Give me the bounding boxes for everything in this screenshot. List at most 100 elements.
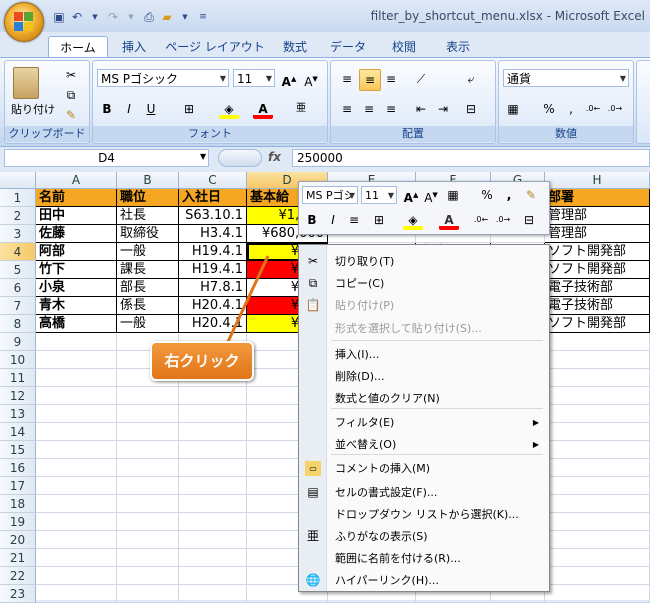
grid-cell[interactable] [36, 459, 117, 477]
dept-cell[interactable]: 電子技術部 [545, 279, 650, 297]
chevron-down-icon[interactable]: ▼ [220, 70, 226, 88]
column-header-h[interactable]: H [545, 172, 650, 189]
tab-home[interactable]: ホーム [48, 36, 108, 59]
row-header-12[interactable]: 12 [0, 387, 36, 405]
row-header-14[interactable]: 14 [0, 423, 36, 441]
grid-cell[interactable] [117, 567, 179, 585]
accounting-format-icon[interactable]: ▦ [503, 99, 523, 119]
row-header-13[interactable]: 13 [0, 405, 36, 423]
grid-cell[interactable] [545, 369, 650, 387]
open-dropdown-icon[interactable]: ▼ [178, 10, 192, 24]
cut-icon[interactable]: ✂ [61, 65, 81, 85]
grid-cell[interactable] [179, 585, 247, 603]
grid-cell[interactable] [179, 387, 247, 405]
increase-decimal-icon[interactable]: .0← [471, 210, 491, 230]
chevron-down-icon[interactable]: ▼ [349, 187, 355, 205]
role-cell[interactable]: 部長 [117, 279, 179, 297]
menu-item[interactable]: 挿入(I)... [299, 344, 549, 365]
name-cell[interactable]: 青木 [36, 297, 117, 315]
grid-cell[interactable] [117, 531, 179, 549]
shrink-font-icon[interactable]: A▼ [301, 69, 321, 89]
dept-cell[interactable]: ソフト開発部 [545, 243, 650, 261]
align-top-icon[interactable]: ≡ [337, 69, 357, 89]
grid-cell[interactable] [117, 585, 179, 603]
italic-icon[interactable]: I [323, 210, 343, 230]
print-preview-icon[interactable]: ⎙ [142, 10, 156, 24]
grid-cell[interactable] [545, 333, 650, 351]
furigana-icon[interactable]: 亜 [291, 99, 311, 119]
save-icon[interactable]: ▣ [52, 10, 66, 24]
grid-cell[interactable] [179, 549, 247, 567]
grow-font-icon[interactable]: A▲ [279, 69, 299, 89]
grid-cell[interactable] [117, 477, 179, 495]
fill-color-icon[interactable]: ◈ [403, 210, 423, 230]
open-icon[interactable]: ▰ [160, 10, 174, 24]
undo-dropdown-icon[interactable]: ▼ [88, 10, 102, 24]
row-header-8[interactable]: 8 [0, 315, 36, 333]
accounting-format-icon[interactable]: ▦ [443, 185, 463, 205]
tab-formulas[interactable]: 数式 [274, 36, 316, 58]
decrease-indent-icon[interactable]: ⇤ [411, 99, 431, 119]
row-header-1[interactable]: 1 [0, 189, 36, 207]
grid-cell[interactable] [36, 585, 117, 603]
italic-icon[interactable]: I [119, 99, 139, 119]
orientation-icon[interactable]: ⟋ [411, 69, 431, 89]
grid-cell[interactable] [36, 477, 117, 495]
grid-cell[interactable] [545, 549, 650, 567]
row-header-11[interactable]: 11 [0, 369, 36, 387]
name-box[interactable]: D4 [4, 149, 209, 167]
grow-font-icon[interactable]: A▲ [401, 185, 421, 205]
grid-cell[interactable] [36, 423, 117, 441]
increase-decimal-icon[interactable]: .0← [583, 99, 603, 119]
dept-cell[interactable]: 管理部 [545, 207, 650, 225]
grid-cell[interactable] [117, 387, 179, 405]
row-header-23[interactable]: 23 [0, 585, 36, 603]
grid-cell[interactable] [179, 567, 247, 585]
date-cell[interactable]: H3.4.1 [179, 225, 247, 243]
align-right-icon[interactable]: ≡ [381, 99, 401, 119]
role-cell[interactable]: 係長 [117, 297, 179, 315]
grid-cell[interactable] [36, 549, 117, 567]
role-cell[interactable]: 課長 [117, 261, 179, 279]
name-box-dropdown-icon[interactable]: ▼ [200, 152, 206, 161]
dept-cell[interactable]: 電子技術部 [545, 297, 650, 315]
dept-cell[interactable]: ソフト開発部 [545, 261, 650, 279]
font-name-combo[interactable]: MS Pゴシック ▼ [97, 69, 229, 87]
customize-qat-icon[interactable]: ≡ [196, 10, 210, 24]
dept-cell[interactable]: 管理部 [545, 225, 650, 243]
increase-indent-icon[interactable]: ⇥ [433, 99, 453, 119]
grid-cell[interactable] [179, 441, 247, 459]
date-cell[interactable]: S63.10.1 [179, 207, 247, 225]
grid-cell[interactable] [545, 459, 650, 477]
row-header-9[interactable]: 9 [0, 333, 36, 351]
grid-cell[interactable] [179, 495, 247, 513]
menu-item[interactable]: 範囲に名前を付ける(R)... [299, 548, 549, 569]
menu-item[interactable]: 形式を選択して貼り付け(S)... [299, 318, 549, 339]
align-center-icon[interactable]: ≡ [344, 210, 364, 230]
grid-cell[interactable] [545, 351, 650, 369]
menu-item[interactable]: フィルタ(E) ▶ [299, 412, 549, 433]
grid-cell[interactable] [36, 495, 117, 513]
column-header-a[interactable]: A [36, 172, 117, 189]
header-cell[interactable]: 名前 [36, 189, 117, 207]
role-cell[interactable]: 一般 [117, 243, 179, 261]
grid-cell[interactable] [179, 459, 247, 477]
grid-cell[interactable] [545, 513, 650, 531]
align-left-icon[interactable]: ≡ [337, 99, 357, 119]
header-cell[interactable]: 入社日 [179, 189, 247, 207]
row-header-19[interactable]: 19 [0, 513, 36, 531]
row-header-3[interactable]: 3 [0, 225, 36, 243]
merge-center-icon[interactable]: ⊟ [519, 210, 539, 230]
grid-cell[interactable] [36, 387, 117, 405]
bold-icon[interactable]: B [302, 210, 322, 230]
comma-style-icon[interactable]: , [499, 185, 519, 205]
row-header-10[interactable]: 10 [0, 351, 36, 369]
tab-review[interactable]: 校閲 [382, 36, 426, 58]
row-header-6[interactable]: 6 [0, 279, 36, 297]
row-header-4[interactable]: 4 [0, 243, 36, 261]
merge-center-icon[interactable]: ⊟ [461, 99, 481, 119]
row-header-2[interactable]: 2 [0, 207, 36, 225]
tab-view[interactable]: 表示 [436, 36, 480, 58]
chevron-down-icon[interactable]: ▼ [620, 70, 626, 88]
chevron-down-icon[interactable]: ▼ [388, 187, 394, 205]
